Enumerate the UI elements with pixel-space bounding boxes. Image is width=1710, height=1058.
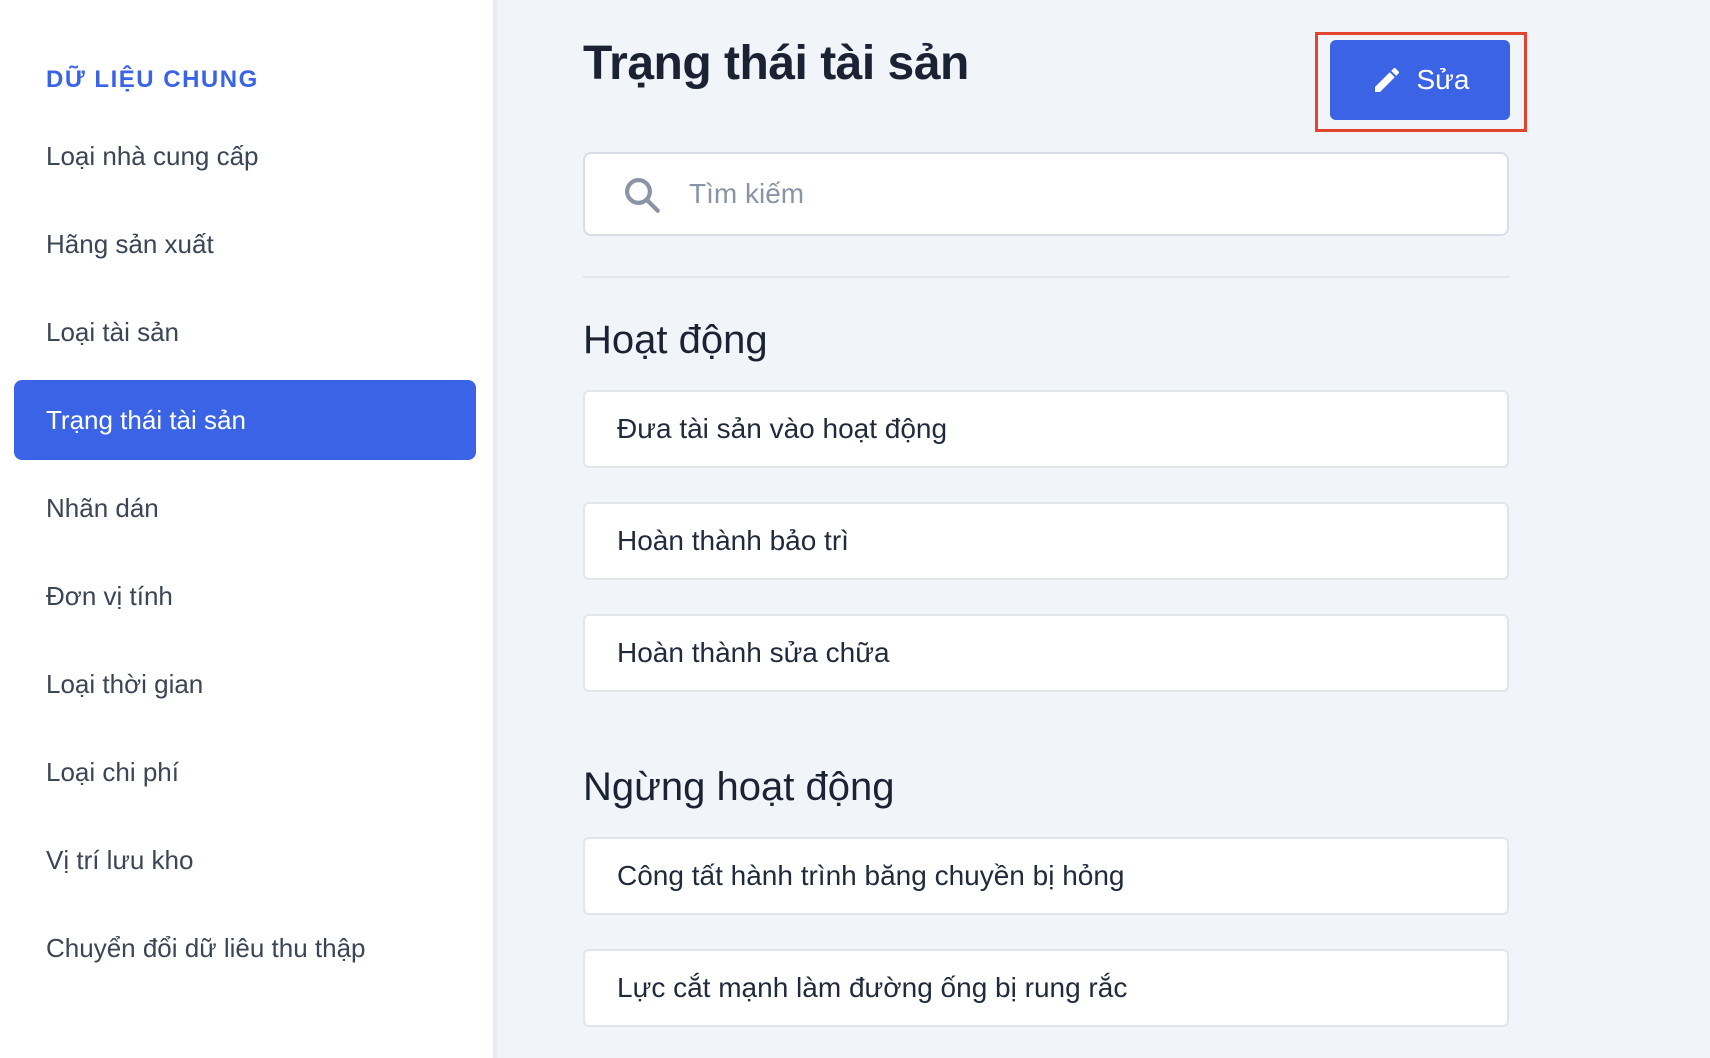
section-title-active: Hoạt động xyxy=(583,318,768,362)
status-item-label: Đưa tài sản vào hoạt động xyxy=(617,413,948,444)
edit-button-label: Sửa xyxy=(1416,64,1470,95)
sidebar-item-storage-location[interactable]: Vị trí lưu kho xyxy=(14,820,476,900)
search-input[interactable] xyxy=(689,172,1469,216)
sidebar-item-asset-type[interactable]: Loại tài sản xyxy=(14,292,476,372)
status-item-label: Lực cắt mạnh làm đường ống bị rung rắc xyxy=(617,972,1128,1003)
status-item[interactable]: Công tất hành trình băng chuyền bị hỏng xyxy=(583,837,1509,915)
sidebar: DỮ LIỆU CHUNG Loại nhà cung cấp Hãng sản… xyxy=(0,0,497,1058)
sidebar-item-label: Nhãn dán xyxy=(46,492,159,523)
status-item[interactable]: Lực cắt mạnh làm đường ống bị rung rắc xyxy=(583,949,1509,1027)
sidebar-item-label: Vị trí lưu kho xyxy=(46,844,194,875)
status-item-label: Công tất hành trình băng chuyền bị hỏng xyxy=(617,860,1125,891)
sidebar-nav: Loại nhà cung cấp Hãng sản xuất Loại tài… xyxy=(14,116,476,996)
status-item[interactable]: Hoàn thành bảo trì xyxy=(583,502,1509,580)
search-box xyxy=(583,152,1509,236)
search-icon xyxy=(625,178,660,213)
sidebar-heading: DỮ LIỆU CHUNG xyxy=(46,66,259,93)
sidebar-item-label: Chuyển đổi dữ liêu thu thập xyxy=(46,932,366,963)
sidebar-item-supplier-type[interactable]: Loại nhà cung cấp xyxy=(14,116,476,196)
pencil-icon xyxy=(1374,67,1399,92)
sidebar-item-time-type[interactable]: Loại thời gian xyxy=(14,644,476,724)
sidebar-item-label: Hãng sản xuất xyxy=(46,228,214,259)
sidebar-item-cost-type[interactable]: Loại chi phí xyxy=(14,732,476,812)
status-item-label: Hoàn thành bảo trì xyxy=(617,525,849,556)
sidebar-item-label: Loại chi phí xyxy=(46,756,179,787)
edit-button[interactable]: Sửa xyxy=(1330,40,1510,120)
sidebar-item-label: Đơn vị tính xyxy=(46,580,173,611)
sidebar-item-label: Loại nhà cung cấp xyxy=(46,140,259,171)
sidebar-item-data-conversion[interactable]: Chuyển đổi dữ liêu thu thập xyxy=(14,908,476,988)
status-item[interactable]: Đưa tài sản vào hoạt động xyxy=(583,390,1509,468)
sidebar-item-label: Trạng thái tài sản xyxy=(46,404,246,435)
app-window: DỮ LIỆU CHUNG Loại nhà cung cấp Hãng sản… xyxy=(0,0,1710,1058)
divider xyxy=(583,276,1509,278)
main-content: Trạng thái tài sản Sửa Hoạt động Đưa tài… xyxy=(497,0,1710,1058)
sidebar-item-labels[interactable]: Nhãn dán xyxy=(14,468,476,548)
sidebar-item-asset-status[interactable]: Trạng thái tài sản xyxy=(14,380,476,460)
sidebar-item-unit[interactable]: Đơn vị tính xyxy=(14,556,476,636)
sidebar-item-label: Loại thời gian xyxy=(46,668,204,699)
page-title: Trạng thái tài sản xyxy=(583,37,969,90)
sidebar-item-manufacturer[interactable]: Hãng sản xuất xyxy=(14,204,476,284)
status-item-label: Hoàn thành sửa chữa xyxy=(617,637,890,668)
sidebar-item-label: Loại tài sản xyxy=(46,316,179,347)
status-item[interactable]: Hoàn thành sửa chữa xyxy=(583,614,1509,692)
section-title-inactive: Ngừng hoạt động xyxy=(583,765,895,809)
